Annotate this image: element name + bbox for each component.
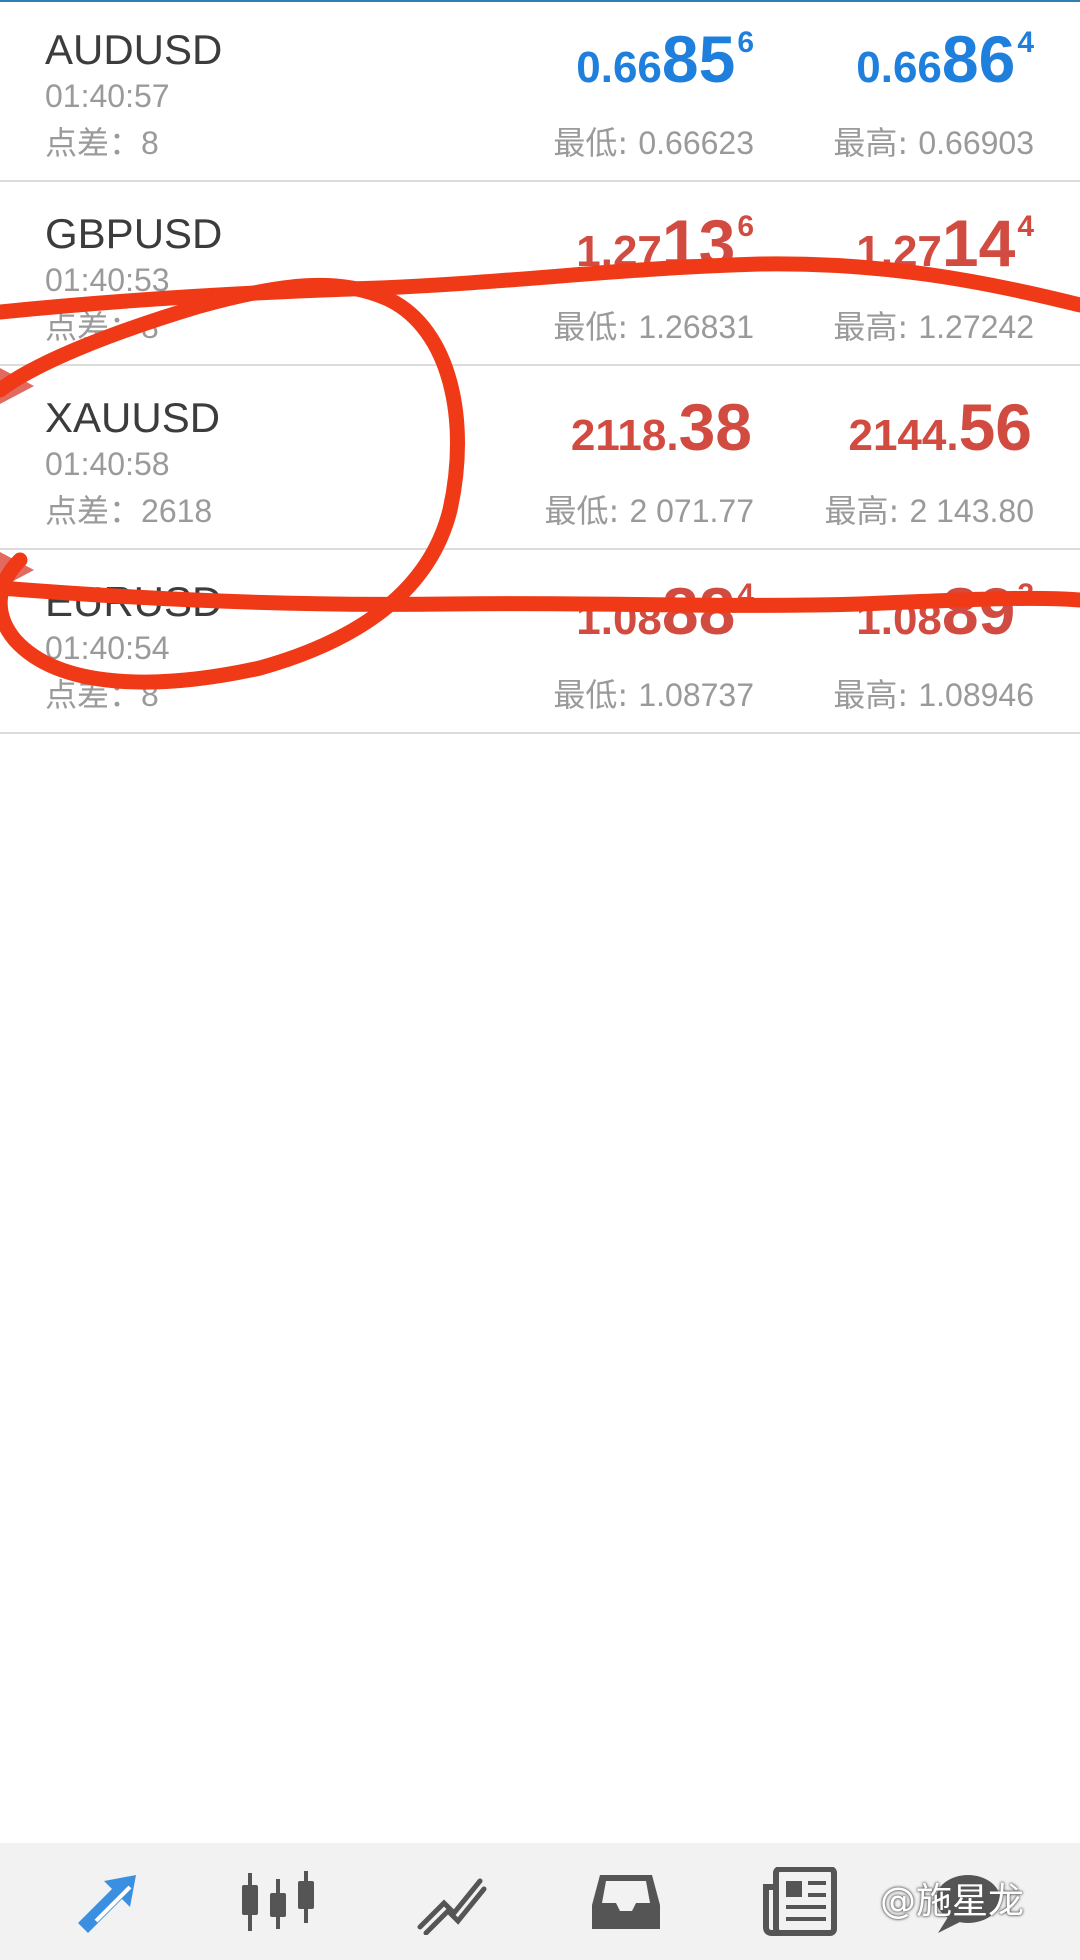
- quote-time: 01:40:58: [45, 446, 170, 482]
- bid-big-digits: 85: [661, 22, 736, 96]
- high-text: 最高: 0.66903: [833, 118, 1034, 164]
- ask-big-digits: 86: [941, 22, 1016, 96]
- bid-price: 0.66856: [576, 26, 754, 92]
- nav-quotes[interactable]: [52, 1843, 172, 1960]
- low-label: 最低:: [544, 492, 630, 530]
- high-label: 最高:: [833, 676, 919, 714]
- quote-row-audusd[interactable]: AUDUSD 01:40:57 点差：8 0.66856 0.66864 最低:…: [0, 0, 1080, 182]
- ask-price: 1.27144: [856, 210, 1034, 276]
- low-label: 最低:: [553, 308, 639, 346]
- ask-prefix: 1.27: [856, 227, 942, 276]
- quote-row-eurusd[interactable]: EURUSD 01:40:54 点差：8 1.08884 1.08892 最低:…: [0, 552, 1080, 734]
- quote-row-gbpusd[interactable]: GBPUSD 01:40:53 点差：8 1.27136 1.27144 最低:…: [0, 184, 1080, 366]
- bid-big-digits: 88: [661, 574, 736, 648]
- bid-prefix: 1.08: [576, 595, 662, 644]
- bid-price: 1.08884: [576, 578, 754, 644]
- ask-prefix: 2144.: [848, 411, 959, 460]
- ask-big-digits: 89: [941, 574, 1016, 648]
- low-value: 0.66623: [638, 125, 754, 161]
- ask-big-digits: 56: [958, 390, 1032, 464]
- high-label: 最高:: [824, 492, 910, 530]
- spread-label: 点差：: [45, 308, 142, 346]
- bid-pip: 6: [737, 26, 754, 59]
- symbol-name: XAUUSD: [45, 394, 221, 441]
- bid-prefix: 0.66: [576, 43, 662, 92]
- spread-value: 2618: [141, 493, 213, 529]
- news-icon: [762, 1866, 838, 1937]
- ask-pip: 4: [1017, 210, 1034, 243]
- low-text: 最低: 1.26831: [553, 302, 754, 348]
- bid-price: 1.27136: [576, 210, 754, 276]
- low-text: 最低: 1.08737: [553, 670, 754, 716]
- quote-time: 01:40:54: [45, 630, 170, 666]
- low-value: 1.26831: [638, 309, 754, 345]
- high-value: 1.27242: [918, 309, 1034, 345]
- ask-pip: 4: [1017, 26, 1034, 59]
- bid-big-digits: 38: [678, 390, 752, 464]
- watermark: @施星龙: [880, 1881, 1025, 1922]
- bid-prefix: 1.27: [576, 227, 662, 276]
- low-value: 2 071.77: [629, 493, 754, 529]
- high-text: 最高: 2 143.80: [824, 486, 1034, 532]
- ask-prefix: 1.08: [856, 595, 942, 644]
- trade-icon: [414, 1869, 490, 1935]
- nav-news[interactable]: [740, 1843, 860, 1960]
- quote-time: 01:40:57: [45, 78, 170, 114]
- nav-history[interactable]: [566, 1843, 686, 1960]
- ask-pip: 2: [1017, 578, 1034, 611]
- spread-text: 点差：8: [45, 118, 159, 164]
- spread-label: 点差：: [45, 124, 142, 162]
- spread-text: 点差：8: [45, 302, 159, 348]
- spread-label: 点差：: [45, 676, 142, 714]
- ask-prefix: 0.66: [856, 43, 942, 92]
- quotes-icon: [74, 1869, 150, 1935]
- low-text: 最低: 2 071.77: [544, 486, 754, 532]
- quote-row-xauusd[interactable]: XAUUSD 01:40:58 点差：2618 2118.38 2144.56 …: [0, 368, 1080, 550]
- ask-price: 1.08892: [856, 578, 1034, 644]
- bid-big-digits: 13: [661, 206, 736, 280]
- ask-big-digits: 14: [941, 206, 1016, 280]
- spread-label: 点差：: [45, 492, 142, 530]
- high-text: 最高: 1.08946: [833, 670, 1034, 716]
- high-value: 2 143.80: [909, 493, 1034, 529]
- spread-value: 8: [141, 125, 159, 161]
- high-label: 最高:: [833, 308, 919, 346]
- spread-value: 8: [141, 309, 159, 345]
- ask-price: 0.66864: [856, 26, 1034, 92]
- history-icon: [588, 1869, 664, 1935]
- high-label: 最高:: [833, 124, 919, 162]
- bid-pip: 6: [737, 210, 754, 243]
- symbol-name: AUDUSD: [45, 26, 223, 73]
- low-value: 1.08737: [638, 677, 754, 713]
- bid-price: 2118.38: [571, 394, 754, 460]
- high-text: 最高: 1.27242: [833, 302, 1034, 348]
- low-label: 最低:: [553, 676, 639, 714]
- ask-price: 2144.56: [848, 394, 1034, 460]
- low-label: 最低:: [553, 124, 639, 162]
- spread-value: 8: [141, 677, 159, 713]
- high-value: 1.08946: [918, 677, 1034, 713]
- quote-time: 01:40:53: [45, 262, 170, 298]
- bid-prefix: 2118.: [570, 411, 679, 460]
- price-change-marker: [0, 368, 34, 404]
- symbol-name: EURUSD: [45, 578, 223, 625]
- bid-pip: 4: [737, 578, 754, 611]
- spread-text: 点差：2618: [45, 486, 212, 532]
- chart-icon: [240, 1869, 316, 1935]
- symbol-name: GBPUSD: [45, 210, 223, 257]
- price-change-marker: [0, 552, 34, 588]
- nav-chart[interactable]: [218, 1843, 338, 1960]
- low-text: 最低: 0.66623: [553, 118, 754, 164]
- high-value: 0.66903: [918, 125, 1034, 161]
- spread-text: 点差：8: [45, 670, 159, 716]
- nav-trade[interactable]: [392, 1843, 512, 1960]
